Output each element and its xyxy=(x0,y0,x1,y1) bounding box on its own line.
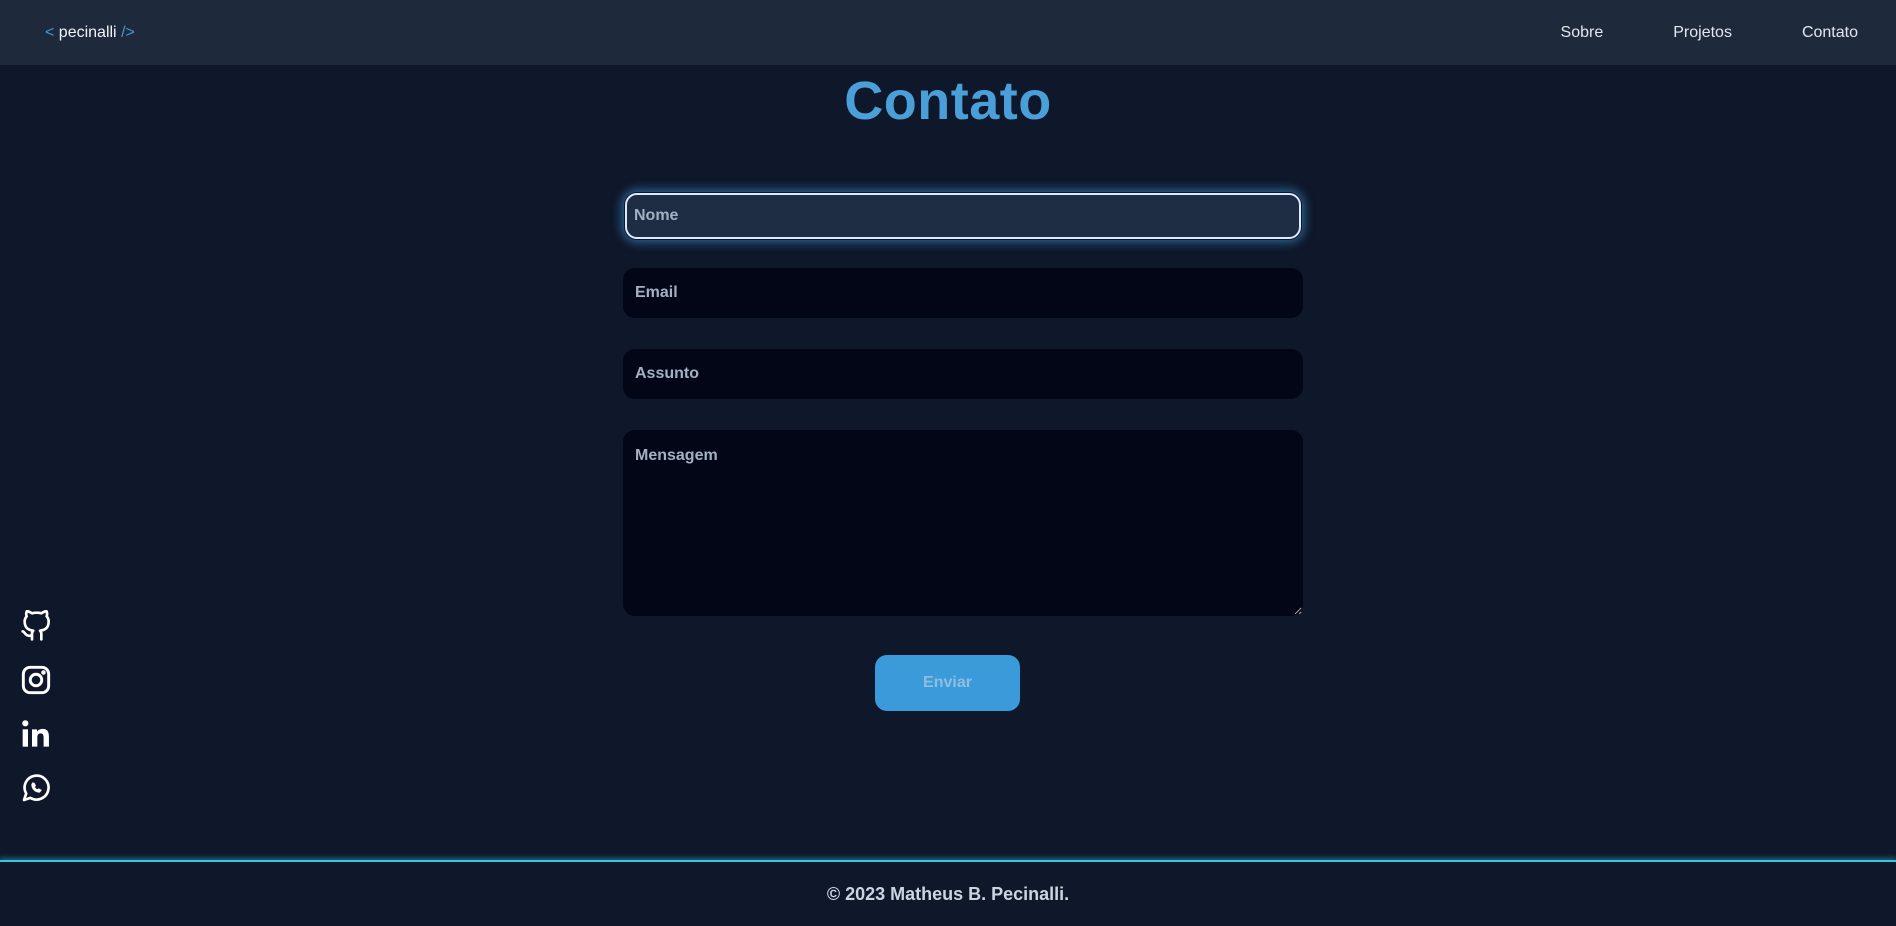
instagram-link[interactable] xyxy=(19,664,53,696)
social-links xyxy=(19,609,53,804)
logo[interactable]: < pecinalli /> xyxy=(45,24,135,42)
send-button[interactable]: Enviar xyxy=(875,655,1020,711)
nav-link-sobre[interactable]: Sobre xyxy=(1561,24,1604,42)
logo-name: pecinalli xyxy=(58,23,117,41)
name-input[interactable] xyxy=(625,193,1301,239)
copyright-text: © 2023 Matheus B. Pecinalli. xyxy=(826,883,1070,904)
github-icon xyxy=(21,609,50,641)
navbar: < pecinalli /> Sobre Projetos Contato xyxy=(0,0,1896,65)
whatsapp-link[interactable] xyxy=(19,772,53,804)
subject-input[interactable] xyxy=(623,349,1303,399)
instagram-icon xyxy=(21,665,51,695)
linkedin-link[interactable] xyxy=(19,718,53,750)
page-title: Contato xyxy=(844,71,1052,131)
message-textarea[interactable] xyxy=(623,430,1303,616)
logo-open-bracket: < xyxy=(45,23,55,41)
email-input[interactable] xyxy=(623,268,1303,318)
linkedin-icon xyxy=(22,720,49,747)
footer: © 2023 Matheus B. Pecinalli. xyxy=(0,862,1896,926)
nav-link-projetos[interactable]: Projetos xyxy=(1673,24,1732,42)
logo-close-bracket: /> xyxy=(121,23,135,41)
nav-link-contato[interactable]: Contato xyxy=(1802,24,1858,42)
whatsapp-icon xyxy=(22,774,50,802)
nav-links: Sobre Projetos Contato xyxy=(1491,24,1858,42)
github-link[interactable] xyxy=(19,609,53,642)
